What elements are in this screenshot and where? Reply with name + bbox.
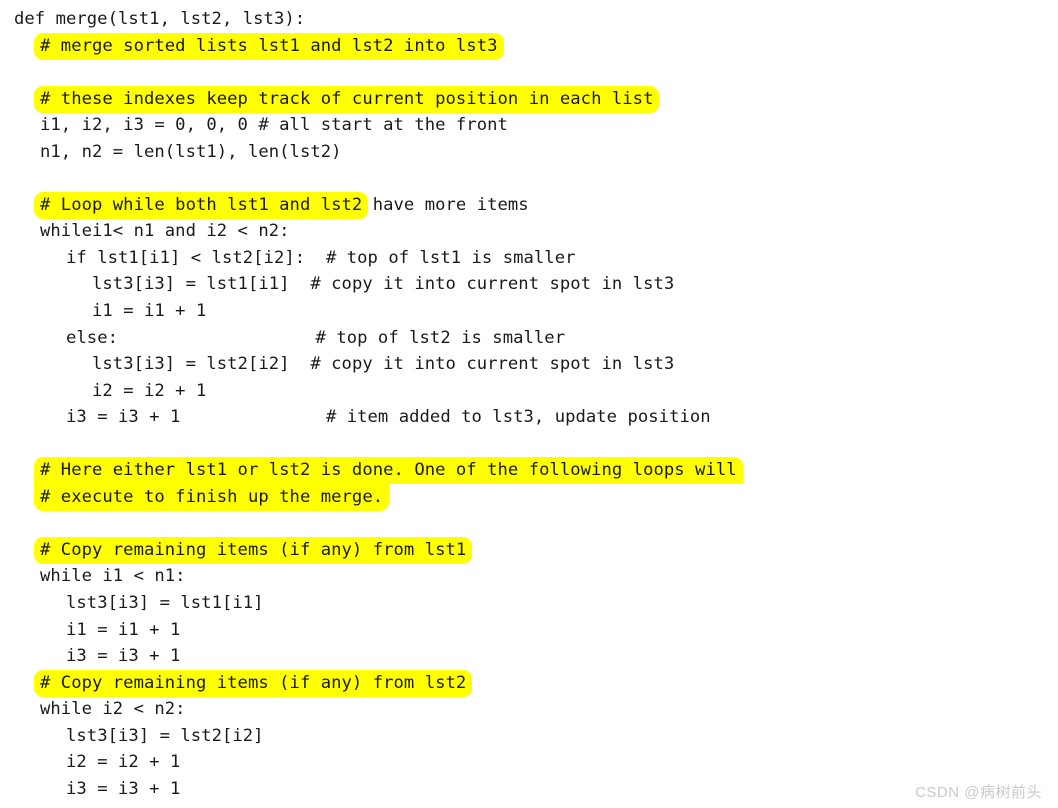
code-line: lst3[i3] = lst1[i1] # copy it into curre… — [0, 271, 1058, 298]
code-line: # Here either lst1 or lst2 is done. One … — [0, 457, 1058, 485]
code-segment: lst3[i3] = lst2[i2] — [66, 725, 264, 746]
code-line: # merge sorted lists lst1 and lst2 into … — [0, 32, 1058, 60]
code-line: # Copy remaining items (if any) from lst… — [0, 669, 1058, 697]
code-line: # Copy remaining items (if any) from lst… — [0, 536, 1058, 564]
csdn-watermark: CSDN @病树前头 — [915, 784, 1042, 801]
code-line: n1, n2 = len(lst1), len(lst2) — [0, 139, 1058, 166]
code-segment: i1 = i1 + 1 — [92, 301, 207, 322]
code-listing: def merge(lst1, lst2, lst3): # merge sort… — [0, 0, 1058, 802]
code-segment: while i1 < n1: — [40, 566, 186, 587]
code-segment: whilei1< n1 and i2 < n2: — [40, 221, 290, 242]
code-segment: lst3[i3] = lst1[i1] # copy it into curre… — [92, 274, 675, 295]
code-line: i3 = i3 + 1 # item added to lst3, update… — [0, 404, 1058, 431]
code-segment: n1, n2 = len(lst1), len(lst2) — [40, 141, 342, 162]
code-segment: i2 = i2 + 1 — [92, 380, 207, 401]
code-line: i3 = i3 + 1 — [0, 643, 1058, 670]
code-segment: lst3[i3] = lst2[i2] # copy it into curre… — [92, 354, 675, 375]
code-segment: i1 = i1 + 1 — [66, 619, 181, 640]
code-line: i3 = i3 + 1 — [0, 776, 1058, 803]
highlighted-code-segment: # Loop while both lst1 and lst2 — [34, 191, 369, 219]
code-line: while i1 < n1: — [0, 563, 1058, 590]
code-segment: lst3[i3] = lst1[i1] — [66, 593, 264, 614]
code-segment: def merge(lst1, lst2, lst3): — [14, 9, 306, 29]
code-line: # execute to finish up the merge. — [0, 483, 1058, 511]
code-segment: have more items — [362, 194, 529, 215]
code-segment: i3 = i3 + 1 — [66, 778, 181, 799]
highlighted-code-segment: # execute to finish up the merge. — [34, 483, 390, 511]
code-segment: i3 = i3 + 1 # item added to lst3, update… — [66, 407, 711, 428]
code-segment: i1, i2, i3 = 0, 0, 0 # all start at the … — [40, 115, 508, 136]
code-segment: if lst1[i1] < lst2[i2]: # top of lst1 is… — [66, 247, 576, 268]
code-segment: i2 = i2 + 1 — [66, 752, 181, 773]
highlighted-code-segment: # Copy remaining items (if any) from lst… — [34, 669, 473, 697]
code-line: i1 = i1 + 1 — [0, 298, 1058, 325]
highlighted-code-segment: # merge sorted lists lst1 and lst2 into … — [34, 32, 504, 60]
code-line: i1, i2, i3 = 0, 0, 0 # all start at the … — [0, 112, 1058, 139]
code-line: def merge(lst1, lst2, lst3): — [0, 6, 1058, 33]
highlighted-code-segment: # these indexes keep track of current po… — [34, 85, 660, 113]
code-line: i1 = i1 + 1 — [0, 617, 1058, 644]
code-line: else: # top of lst2 is smaller — [0, 325, 1058, 352]
code-line: if lst1[i1] < lst2[i2]: # top of lst1 is… — [0, 245, 1058, 272]
code-line: lst3[i3] = lst2[i2] # copy it into curre… — [0, 351, 1058, 378]
code-line: while i2 < n2: — [0, 696, 1058, 723]
code-line: lst3[i3] = lst1[i1] — [0, 590, 1058, 617]
code-segment: i3 = i3 + 1 — [66, 646, 181, 667]
code-line: i2 = i2 + 1 — [0, 378, 1058, 405]
code-line: whilei1< n1 and i2 < n2: — [0, 218, 1058, 245]
highlighted-code-segment: # Here either lst1 or lst2 is done. One … — [34, 457, 743, 485]
code-line: lst3[i3] = lst2[i2] — [0, 723, 1058, 750]
code-segment: while i2 < n2: — [40, 699, 186, 720]
code-line: # these indexes keep track of current po… — [0, 85, 1058, 113]
highlighted-code-segment: # Copy remaining items (if any) from lst… — [34, 536, 473, 564]
code-segment: else: # top of lst2 is smaller — [66, 327, 566, 348]
code-line: i2 = i2 + 1 — [0, 749, 1058, 776]
code-line: # Loop while both lst1 and lst2 have mor… — [0, 191, 1058, 219]
